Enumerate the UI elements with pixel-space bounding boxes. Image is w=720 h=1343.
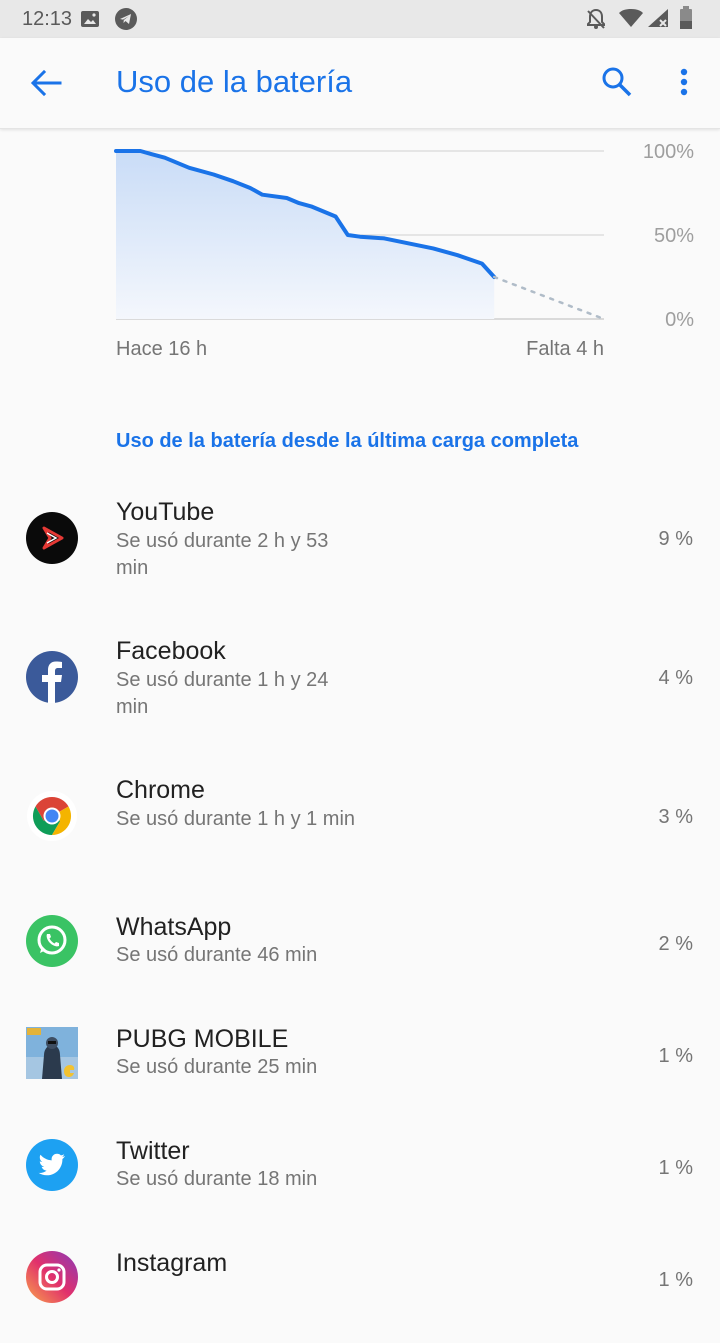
app-bar: Uso de la batería bbox=[0, 38, 720, 129]
app-name: PUBG MOBILE bbox=[116, 1025, 289, 1053]
pubg-icon bbox=[26, 1027, 78, 1079]
app-row-twitter[interactable]: Twitter Se usó durante 18 min 1 % bbox=[0, 1121, 720, 1231]
search-icon[interactable] bbox=[601, 66, 633, 103]
chart-y-tick-label: 50% bbox=[654, 225, 694, 247]
app-usage-time: Se usó durante 46 min bbox=[116, 944, 318, 966]
app-battery-percent: 3 % bbox=[658, 806, 693, 828]
app-battery-percent: 1 % bbox=[658, 1045, 693, 1067]
whatsapp-icon bbox=[26, 915, 78, 967]
app-name: YouTube bbox=[116, 498, 215, 526]
twitter-icon bbox=[26, 1139, 78, 1191]
back-arrow-icon[interactable] bbox=[30, 68, 62, 103]
signal-icon bbox=[647, 8, 669, 33]
app-usage-time: Se usó durante 25 min bbox=[116, 1056, 318, 1078]
app-battery-percent: 2 % bbox=[658, 933, 693, 955]
app-battery-percent: 9 % bbox=[658, 528, 693, 550]
app-row-youtube[interactable]: YouTube Se usó durante 2 h y 53 min 9 % bbox=[0, 480, 720, 614]
youtube-vanced-icon bbox=[26, 512, 78, 564]
page-title: Uso de la batería bbox=[116, 64, 353, 99]
chart-x-label-end: Falta 4 h bbox=[526, 338, 604, 360]
more-vert-icon[interactable] bbox=[674, 66, 694, 103]
battery-chart: 100% 50% 0% Hace 16 h Falta 4 h bbox=[0, 130, 720, 370]
app-usage-time: Se usó durante 2 h y 53 min bbox=[116, 530, 329, 579]
app-row-pubg-mobile[interactable]: PUBG MOBILE Se usó durante 25 min 1 % bbox=[0, 1009, 720, 1119]
app-battery-percent: 1 % bbox=[658, 1157, 693, 1179]
status-bar: 12:13 bbox=[0, 0, 720, 38]
app-name: Chrome bbox=[116, 776, 205, 804]
app-row-chrome[interactable]: Chrome Se usó durante 1 h y 1 min 3 % bbox=[0, 758, 720, 892]
app-battery-percent: 1 % bbox=[658, 1269, 693, 1291]
battery-chart-svg: 100% 50% 0% bbox=[114, 141, 694, 331]
battery-icon bbox=[679, 6, 693, 35]
app-name: Instagram bbox=[116, 1249, 228, 1277]
app-row-instagram[interactable]: Instagram 1 % bbox=[0, 1233, 720, 1343]
notifications-off-icon bbox=[585, 8, 607, 35]
app-usage-time: Se usó durante 1 h y 1 min bbox=[116, 808, 356, 830]
instagram-icon bbox=[26, 1251, 78, 1303]
wifi-icon bbox=[618, 8, 644, 33]
section-header: Uso de la batería desde la última carga … bbox=[116, 430, 579, 452]
app-battery-percent: 4 % bbox=[658, 667, 693, 689]
facebook-icon bbox=[26, 651, 78, 703]
app-name: WhatsApp bbox=[116, 913, 232, 941]
chart-x-label-start: Hace 16 h bbox=[116, 338, 208, 360]
app-row-whatsapp[interactable]: WhatsApp Se usó durante 46 min 2 % bbox=[0, 897, 720, 1007]
chart-y-tick-label: 0% bbox=[665, 309, 694, 331]
app-name: Facebook bbox=[116, 637, 226, 665]
chart-y-tick-label: 100% bbox=[643, 141, 694, 163]
app-usage-time: Se usó durante 18 min bbox=[116, 1168, 318, 1190]
telegram-icon bbox=[114, 7, 138, 36]
app-usage-time: Se usó durante 1 h y 24 min bbox=[116, 669, 329, 718]
app-name: Twitter bbox=[116, 1137, 190, 1165]
image-icon bbox=[80, 9, 100, 34]
chrome-icon bbox=[26, 790, 78, 842]
app-row-facebook[interactable]: Facebook Se usó durante 1 h y 24 min 4 % bbox=[0, 619, 720, 753]
chart-projection-line bbox=[492, 275, 606, 321]
status-time: 12:13 bbox=[22, 8, 73, 30]
